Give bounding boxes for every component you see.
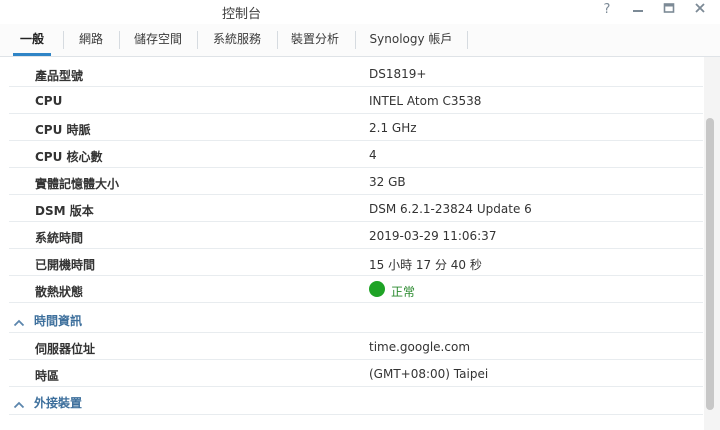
info-label: 時區 [35, 369, 60, 383]
info-label: 散熱狀態 [35, 285, 84, 299]
info-row-ntp-server: 伺服器位址 time.google.com [9, 333, 703, 360]
info-row-cpu-clock: CPU 時脈 2.1 GHz [9, 114, 703, 141]
tab-storage[interactable]: 儲存空間 [124, 24, 192, 56]
section-title: 時間資訊 [34, 314, 83, 328]
tab-separator [197, 31, 198, 49]
info-row-uptime: 已開機時間 15 小時 17 分 40 秒 [9, 249, 703, 276]
tab-separator [467, 31, 468, 49]
info-value: 32 GB [369, 175, 406, 189]
thermal-status-value: 正常 [391, 285, 416, 299]
info-label: 實體記憶體大小 [35, 177, 120, 191]
info-row-system-time: 系統時間 2019-03-29 11:06:37 [9, 222, 703, 249]
info-row-cpu: CPU INTEL Atom C3538 [9, 87, 703, 114]
tab-services[interactable]: 系統服務 [202, 24, 272, 56]
chevron-up-icon[interactable] [13, 313, 25, 332]
info-row-dsm-version: DSM 版本 DSM 6.2.1-23824 Update 6 [9, 195, 703, 222]
tab-network[interactable]: 網路 [68, 24, 114, 56]
tab-separator [63, 31, 64, 49]
info-row-cpu-cores: CPU 核心數 4 [9, 141, 703, 168]
info-value: (GMT+08:00) Taipei [369, 367, 489, 381]
help-icon[interactable]: ? [598, 2, 616, 17]
info-value: 15 小時 17 分 40 秒 [369, 258, 482, 272]
status-dot-icon [369, 281, 385, 297]
tab-bar: 一般 網路 儲存空間 系統服務 裝置分析 Synology 帳戶 [0, 24, 720, 57]
tab-separator [277, 31, 278, 49]
info-value: 4 [369, 148, 377, 162]
info-label: CPU 時脈 [35, 123, 91, 137]
tab-synology-account[interactable]: Synology 帳戶 [360, 24, 462, 56]
section-title: 外接裝置 [34, 396, 83, 410]
tab-separator [119, 31, 120, 49]
info-value: DSM 6.2.1-23824 Update 6 [369, 202, 532, 216]
chevron-up-icon[interactable] [13, 395, 25, 414]
scrollbar-thumb[interactable] [706, 118, 714, 410]
info-row-timezone: 時區 (GMT+08:00) Taipei [9, 360, 703, 387]
info-label: 產品型號 [35, 69, 84, 83]
maximize-icon[interactable] [660, 2, 678, 18]
info-value: 2.1 GHz [369, 121, 417, 135]
section-header-time-info[interactable]: 時間資訊 [9, 306, 703, 333]
info-row-thermal-status: 散熱狀態 正常 [9, 276, 703, 303]
tab-device-analytics[interactable]: 裝置分析 [282, 24, 348, 56]
info-label: CPU 核心數 [35, 150, 103, 164]
info-value: INTEL Atom C3538 [369, 94, 482, 108]
info-row-model: 產品型號 DS1819+ [9, 60, 703, 87]
info-panel: 產品型號 DS1819+ CPU INTEL Atom C3538 CPU 時脈… [0, 57, 704, 430]
info-value: time.google.com [369, 340, 471, 354]
info-value: DS1819+ [369, 67, 427, 81]
info-row-memory: 實體記憶體大小 32 GB [9, 168, 703, 195]
info-label: 伺服器位址 [35, 342, 96, 356]
minimize-icon[interactable] [629, 2, 647, 18]
info-value: 2019-03-29 11:06:37 [369, 229, 497, 243]
title-bar: 控制台 ? [0, 0, 720, 24]
info-label: 已開機時間 [35, 258, 96, 272]
info-label: 系統時間 [35, 231, 84, 245]
window-title: 控制台 [222, 7, 262, 22]
close-icon[interactable] [691, 2, 709, 18]
tab-general[interactable]: 一般 [10, 24, 54, 56]
section-header-external-devices[interactable]: 外接裝置 [9, 388, 703, 415]
info-label: DSM 版本 [35, 204, 94, 218]
tab-separator [355, 31, 356, 49]
info-label: CPU [35, 94, 63, 108]
